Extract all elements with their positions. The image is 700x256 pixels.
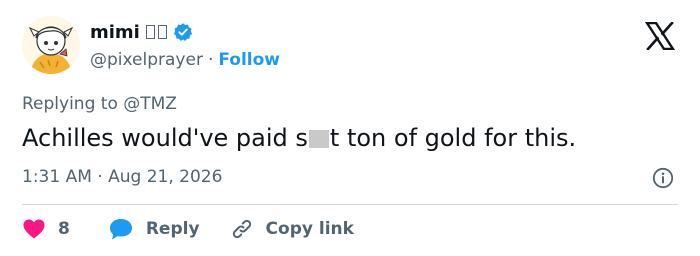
copy-link-label: Copy link	[265, 219, 354, 239]
replying-to-label: Replying to	[22, 94, 118, 114]
emoji-placeholder-icon	[145, 25, 155, 39]
reply-button[interactable]: Reply	[108, 217, 200, 241]
handle-row: @pixelprayer · Follow	[90, 50, 280, 70]
avatar-illustration	[22, 16, 80, 74]
timestamp-separator: ·	[97, 167, 103, 187]
action-bar: 8 Reply Copy link	[22, 214, 354, 244]
tweet-timestamp[interactable]: 1:31 AM · Aug 21, 2026	[22, 167, 222, 187]
copy-link-button[interactable]: Copy link	[230, 217, 354, 241]
heart-icon	[23, 219, 45, 239]
like-button[interactable]: 8	[22, 218, 70, 240]
like-count: 8	[58, 219, 70, 239]
link-icon	[232, 219, 251, 239]
tweet-text-part-2: t ton of gold for this.	[329, 124, 577, 152]
reply-bubble-icon	[109, 219, 132, 240]
tweet-header: mimi @pixelprayer · Follow	[90, 20, 280, 71]
emoji-placeholder-icon	[157, 25, 167, 39]
separator-dot: ·	[207, 50, 214, 70]
verified-badge-icon[interactable]	[173, 22, 193, 42]
info-icon[interactable]	[652, 167, 674, 189]
name-row: mimi	[90, 20, 280, 44]
divider	[22, 204, 678, 205]
user-handle[interactable]: @pixelprayer	[90, 50, 203, 70]
censor-block	[308, 130, 329, 148]
tweet-text-part-1: Achilles would've paid s	[22, 124, 308, 152]
follow-button[interactable]: Follow	[218, 50, 280, 70]
tweet-date: Aug 21, 2026	[108, 167, 223, 187]
tweet-text: Achilles would've paid s t ton of gold fo…	[22, 124, 576, 152]
display-name[interactable]: mimi	[90, 22, 140, 43]
tweet-time: 1:31 AM	[22, 167, 92, 187]
replying-to: Replying to @TMZ	[22, 94, 177, 114]
reply-label: Reply	[145, 219, 200, 239]
avatar[interactable]	[22, 16, 80, 74]
reply-mention-link[interactable]: @TMZ	[123, 94, 177, 114]
x-logo-icon[interactable]	[644, 21, 676, 51]
